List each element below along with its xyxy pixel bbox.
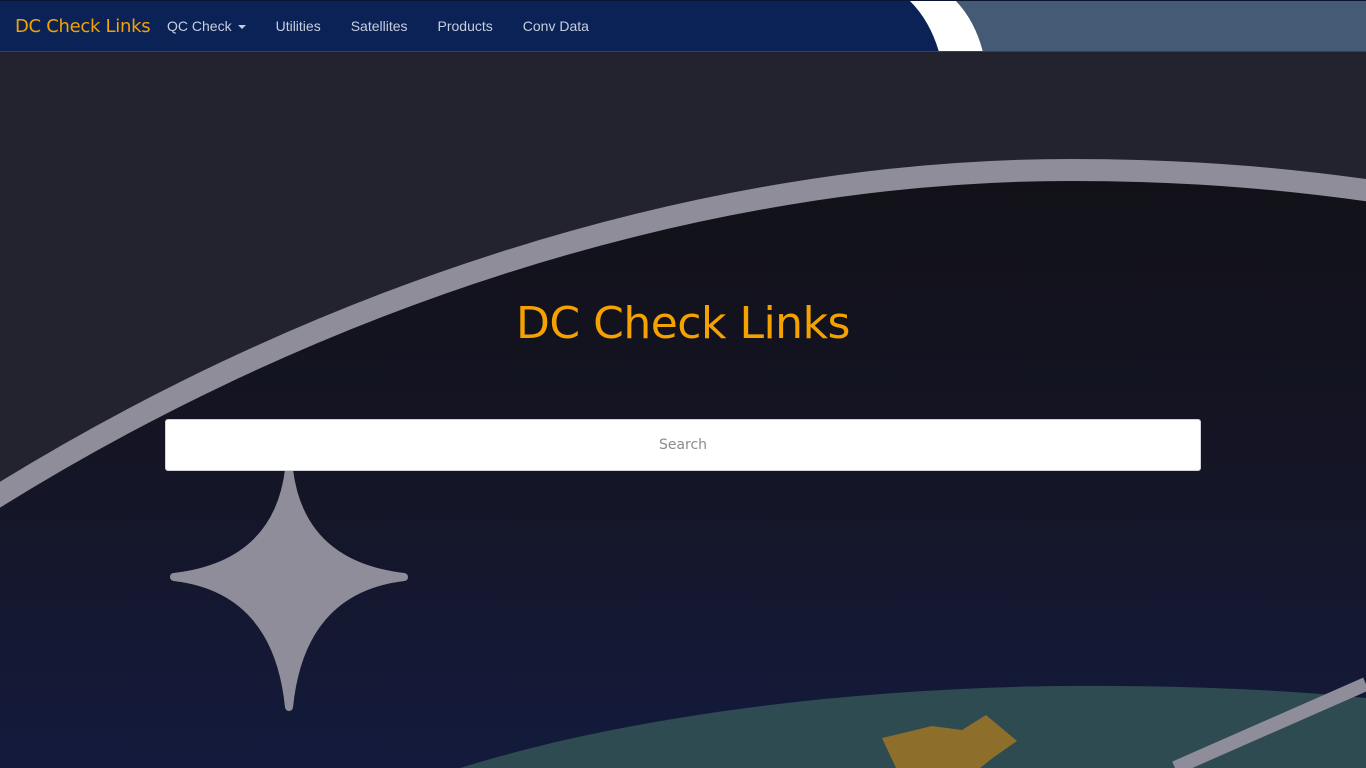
nav-item-products[interactable]: Products — [423, 1, 508, 51]
brand-link[interactable]: DC Check Links — [15, 1, 151, 51]
nav-menu: QC Check Utilities Satellites Products C… — [152, 1, 604, 51]
nav-item-label: Conv Data — [522, 18, 589, 34]
nav-item-label: Products — [437, 18, 493, 34]
page-title: DC Check Links — [516, 298, 850, 349]
nav-item-label: Utilities — [275, 18, 321, 34]
search-input[interactable] — [165, 419, 1201, 471]
page: DC Check Links QC Check Utilities Satell… — [0, 0, 1366, 768]
nav-item-conv-data[interactable]: Conv Data — [508, 1, 604, 51]
nav-item-qc-check[interactable]: QC Check — [152, 1, 261, 51]
top-navbar: DC Check Links QC Check Utilities Satell… — [0, 0, 1366, 52]
nav-item-satellites[interactable]: Satellites — [336, 1, 423, 51]
space-background — [0, 0, 1366, 768]
caret-down-icon — [237, 25, 246, 30]
nav-item-label: QC Check — [167, 18, 232, 34]
nav-item-utilities[interactable]: Utilities — [261, 1, 336, 51]
nav-item-label: Satellites — [350, 18, 408, 34]
